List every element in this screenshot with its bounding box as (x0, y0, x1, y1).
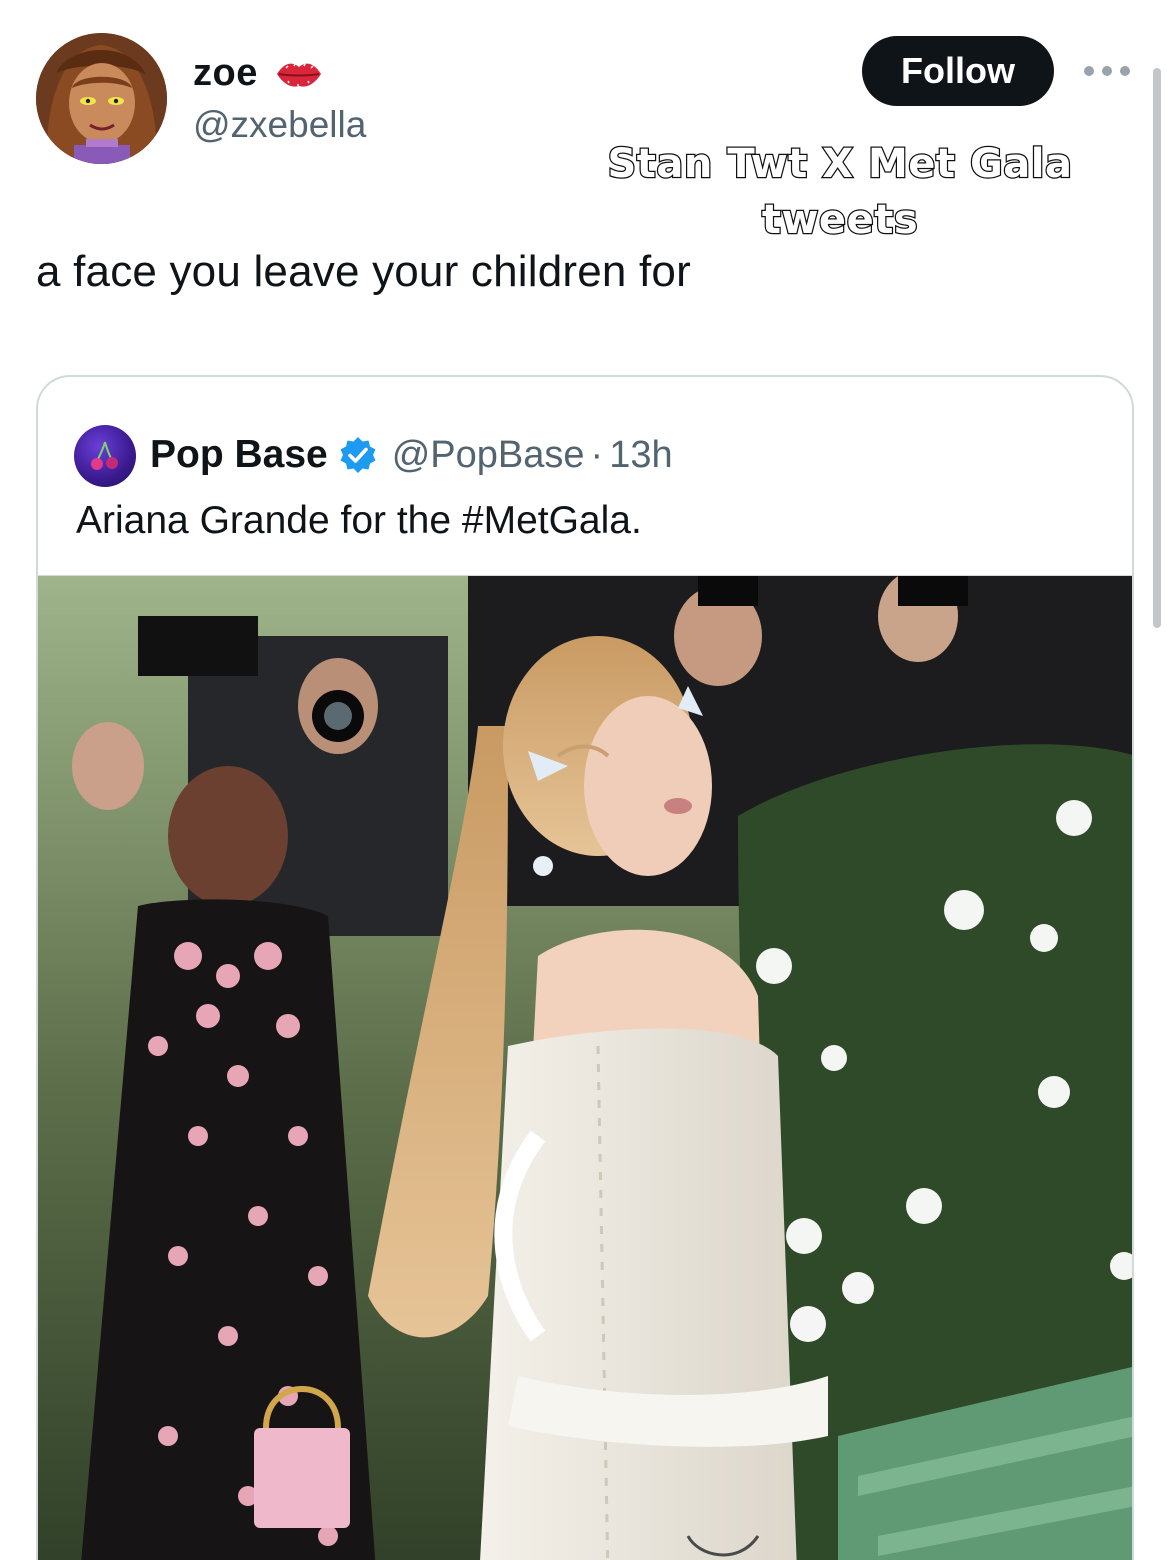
photo-image (38, 576, 1132, 1560)
follow-button[interactable]: Follow (862, 36, 1054, 106)
quoted-display-name[interactable]: Pop Base (150, 433, 328, 477)
more-dot (1102, 66, 1112, 76)
overlay-caption-line1: Stan Twt X Met Gala (606, 140, 1073, 189)
scrollbar[interactable] (1153, 68, 1161, 628)
author-display-name[interactable]: zoe (193, 52, 324, 95)
overlay-caption-line2: tweets (761, 196, 919, 245)
more-options-icon[interactable] (1084, 57, 1130, 85)
author-avatar[interactable] (36, 33, 167, 164)
quoted-author-avatar[interactable] (74, 425, 136, 487)
quoted-timestamp[interactable]: 13h (609, 434, 672, 477)
separator-dot: · (590, 433, 604, 476)
overlay-caption: Stan Twt X Met Gala tweets (560, 136, 1120, 248)
more-dot (1084, 66, 1094, 76)
quoted-tweet-text: Ariana Grande for the #MetGala. (76, 499, 642, 542)
quoted-tweet-card[interactable]: Pop Base @PopBase · 13h Ariana Grande fo… (36, 375, 1134, 1560)
quoted-handle[interactable]: @PopBase (392, 434, 585, 477)
verified-badge-icon (340, 437, 376, 473)
author-handle[interactable]: @zxebella (193, 104, 366, 146)
quoted-tweet-header: Pop Base @PopBase · 13h (150, 423, 673, 487)
tweet-page: zoe @zxebella Follow Stan Twt X Met Gala… (0, 0, 1170, 1560)
cherry-icon (91, 441, 118, 470)
tweet-text: a face you leave your children for (36, 247, 691, 296)
author-name-text: zoe (193, 52, 258, 94)
quoted-tweet-photo[interactable] (38, 575, 1132, 1560)
kiss-lips-icon (276, 63, 321, 87)
more-dot (1120, 66, 1130, 76)
avatar-image (36, 33, 167, 164)
